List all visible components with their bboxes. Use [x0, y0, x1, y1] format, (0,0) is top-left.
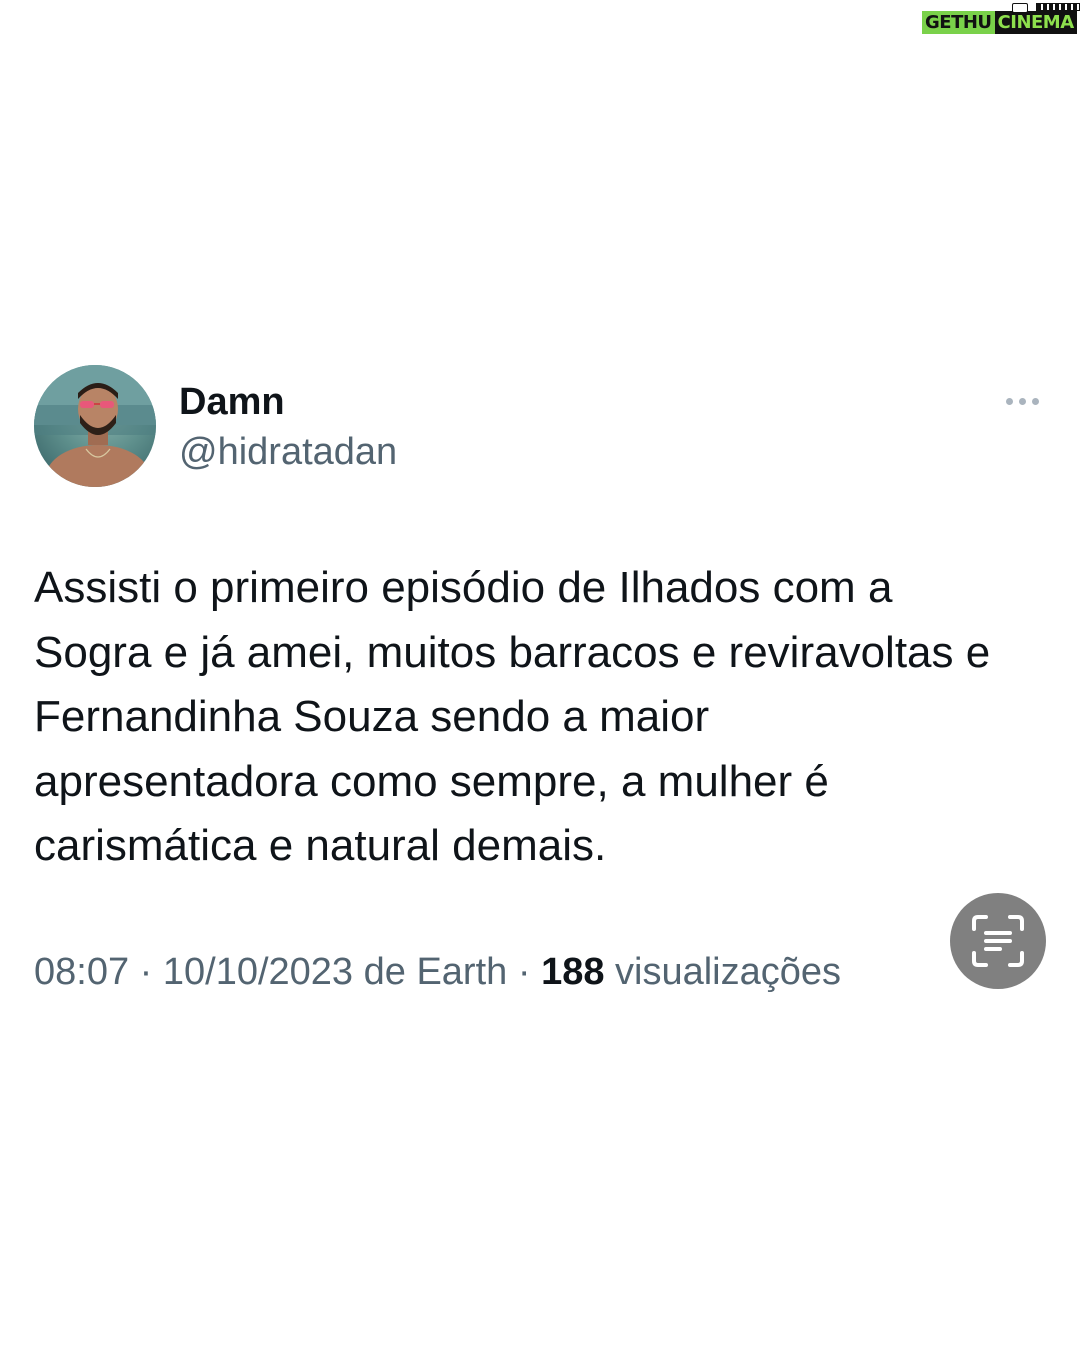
- tweet-text-line: Sogra e já amei, muitos barracos e revir…: [34, 627, 991, 677]
- text-scan-button[interactable]: [950, 893, 1046, 989]
- tweet-text: Assisti o primeiro episódio de Ilhados c…: [34, 556, 1054, 879]
- tweet-text-line: Fernandinha Souza sendo a maior: [34, 692, 710, 741]
- tweet-text-line: apresentadora como sempre, a mulher é: [34, 756, 829, 806]
- user-handle[interactable]: @hidratadan: [179, 428, 397, 476]
- avatar[interactable]: [34, 365, 156, 487]
- dot: [1031, 397, 1039, 405]
- views-count[interactable]: 188: [541, 951, 604, 993]
- tweet-source: de Earth: [353, 951, 508, 993]
- text-scan-icon: [972, 915, 1024, 967]
- avatar-photo: [34, 365, 156, 487]
- tweet-time[interactable]: 08:07: [34, 951, 129, 993]
- views-label[interactable]: visualizações: [604, 951, 841, 993]
- tweet-text-line: Assisti o primeiro episódio de Ilhados c…: [34, 563, 893, 612]
- tweet-card: Damn @hidratadan Assisti o primeiro epis…: [0, 0, 1080, 1350]
- ellipsis-icon[interactable]: [996, 388, 1048, 414]
- tweet-meta: 08:07 · 10/10/2023 de Earth · 188 visual…: [34, 948, 841, 996]
- tweet-text-line: carismática e natural demais.: [34, 821, 607, 870]
- tweet-date[interactable]: 10/10/2023: [163, 951, 353, 993]
- meta-separator: ·: [507, 951, 542, 993]
- dot: [1018, 397, 1026, 405]
- display-name[interactable]: Damn: [179, 378, 285, 426]
- meta-separator: ·: [129, 951, 163, 993]
- dot: [1005, 397, 1013, 405]
